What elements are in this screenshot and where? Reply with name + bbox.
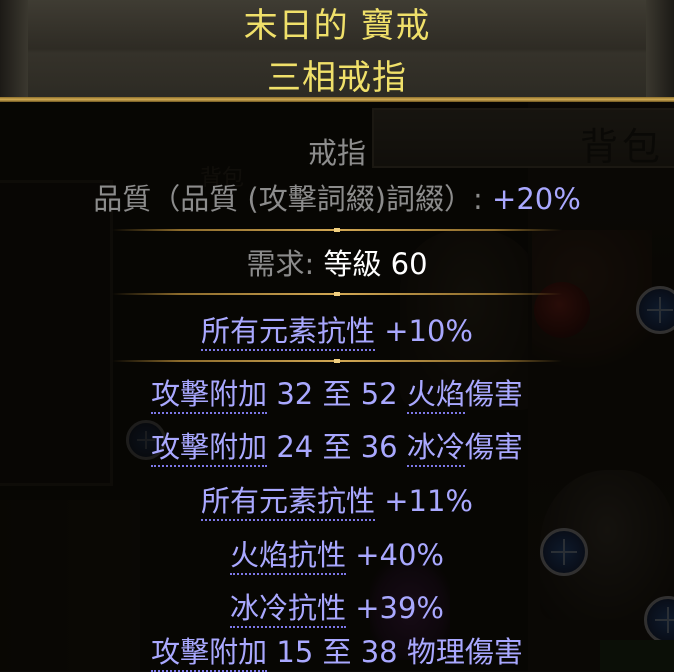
explicit-mod: 火焰抗性 +40%	[0, 536, 674, 575]
mod-keyword: 冰冷	[406, 430, 465, 467]
implicit-mod: 所有元素抗性 +10%	[0, 312, 674, 351]
mod-keyword: 所有元素抗性	[201, 314, 376, 351]
mod-keyword: 攻擊附加	[151, 430, 268, 467]
requirement-value: 等級 60	[323, 247, 428, 281]
tooltip-header: 末日的 寶戒 三相戒指	[0, 0, 674, 102]
item-tooltip: 末日的 寶戒 三相戒指 戒指 品質（品質 (攻擊詞綴)詞綴）: +20% 需求:…	[0, 0, 674, 672]
mod-text: 24 至 36	[267, 430, 407, 464]
separator	[112, 359, 562, 363]
item-class: 戒指	[307, 136, 366, 170]
quality-value: +20%	[492, 182, 581, 216]
mod-text: +10%	[375, 314, 473, 348]
mod-keyword: 火焰	[406, 377, 465, 414]
mod-keyword: 火焰抗性	[230, 538, 347, 575]
quality-label: 品質（品質 (攻擊詞綴)詞綴）:	[93, 182, 493, 216]
requirement-line: 需求: 等級 60	[0, 245, 674, 283]
mod-text: 32 至 52	[267, 377, 407, 411]
explicit-mod: 冰冷抗性 +39%	[0, 589, 674, 628]
requirement-label: 需求:	[246, 247, 324, 281]
item-name: 末日的 寶戒	[243, 6, 431, 46]
mod-text: 物理傷害	[406, 635, 523, 669]
mod-text: +11%	[375, 484, 473, 518]
explicit-mod: 所有元素抗性 +11%	[0, 482, 674, 521]
mod-text: +39%	[346, 591, 444, 625]
explicit-mod: 攻擊附加 15 至 38 物理傷害	[0, 633, 674, 672]
mod-text: 傷害	[464, 377, 523, 411]
mod-keyword: 攻擊附加	[151, 377, 268, 414]
separator	[112, 228, 562, 232]
separator	[112, 292, 562, 296]
mod-text: 15 至 38	[267, 635, 407, 669]
mod-keyword: 冰冷抗性	[230, 591, 347, 628]
mod-text: +40%	[346, 538, 444, 572]
mod-keyword: 所有元素抗性	[201, 484, 376, 521]
quality-line: 品質（品質 (攻擊詞綴)詞綴）: +20%	[0, 180, 674, 218]
explicit-mod: 攻擊附加 24 至 36 冰冷傷害	[0, 428, 674, 467]
explicit-mod: 攻擊附加 32 至 52 火焰傷害	[0, 375, 674, 414]
mod-text: 傷害	[464, 430, 523, 464]
mod-keyword: 攻擊附加	[151, 635, 268, 672]
item-base-type: 三相戒指	[267, 58, 407, 98]
